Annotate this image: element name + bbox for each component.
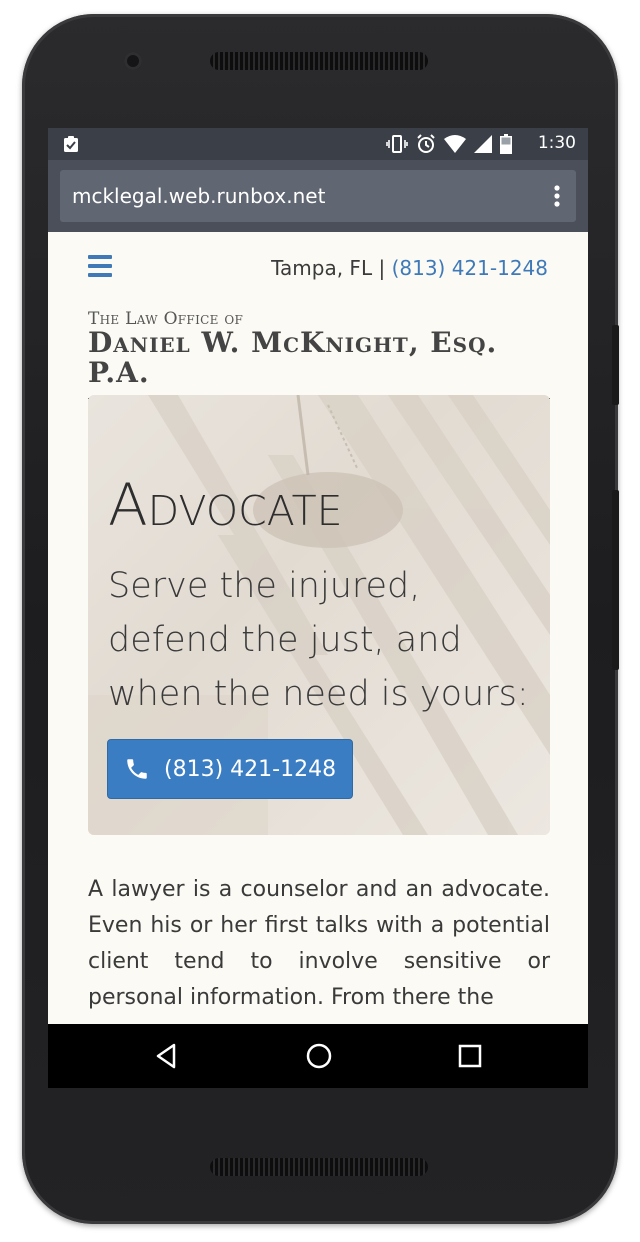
- browser-toolbar: mcklegal.web.runbox.net: [48, 160, 588, 232]
- clipboard-check-icon: [64, 136, 78, 152]
- back-icon[interactable]: [152, 1042, 180, 1070]
- brand-name: Daniel W. McKnight, Esq. P.A.: [88, 326, 498, 389]
- hero-tagline: Serve the injured, defend the just, and …: [108, 566, 529, 714]
- hero-banner: Advocate Serve the injured, defend the j…: [88, 395, 550, 835]
- home-icon[interactable]: [305, 1042, 333, 1070]
- location-text: Tampa, FL: [271, 256, 373, 280]
- vibrate-icon: [386, 135, 408, 153]
- wifi-icon: [444, 135, 466, 153]
- top-contact: Tampa, FL | (813) 421-1248: [271, 256, 548, 280]
- battery-icon: [500, 134, 512, 154]
- hero-kicker: Advocate: [108, 471, 343, 539]
- bottom-speaker: [210, 1158, 428, 1176]
- alarm-icon: [417, 134, 435, 153]
- call-button[interactable]: (813) 421-1248: [107, 739, 353, 799]
- hamburger-menu-icon[interactable]: [88, 255, 112, 277]
- front-camera: [124, 52, 142, 70]
- earpiece-speaker: [210, 52, 428, 70]
- status-time: 1:30: [537, 133, 576, 153]
- overflow-menu-icon[interactable]: [554, 185, 560, 207]
- status-bar: 1:30: [48, 128, 588, 160]
- phone-icon: [127, 759, 147, 779]
- address-bar[interactable]: mcklegal.web.runbox.net: [60, 170, 576, 222]
- web-page: Tampa, FL | (813) 421-1248 The Law Offic…: [48, 232, 588, 1024]
- header-phone-link[interactable]: (813) 421-1248: [392, 256, 548, 280]
- call-button-label: (813) 421-1248: [164, 756, 337, 782]
- separator: |: [378, 256, 386, 280]
- volume-button: [612, 490, 619, 670]
- signal-icon: [474, 135, 492, 153]
- site-brand[interactable]: The Law Office of Daniel W. McKnight, Es…: [88, 310, 550, 399]
- url-text[interactable]: mcklegal.web.runbox.net: [72, 184, 325, 208]
- power-button: [612, 325, 619, 405]
- screen: 1:30 mcklegal.web.runbox.net Tampa, FL |…: [48, 128, 588, 1088]
- intro-paragraph: A lawyer is a counselor and an advocate.…: [88, 877, 550, 1010]
- recent-apps-icon[interactable]: [458, 1044, 482, 1068]
- android-nav-bar: [48, 1024, 588, 1088]
